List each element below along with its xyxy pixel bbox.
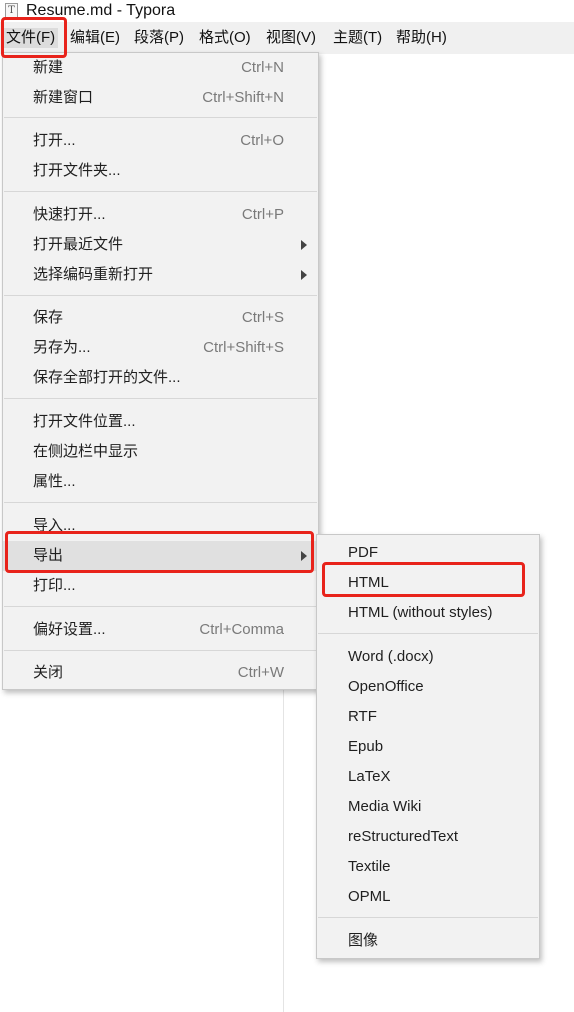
menu-item-label: reStructuredText — [348, 828, 459, 845]
menu-item-label: 打开文件位置... — [33, 413, 136, 430]
title-bar: T Resume.md - Typora — [0, 0, 574, 22]
menu-item-print[interactable]: 打印... — [3, 571, 318, 601]
submenu-arrow-icon — [301, 270, 307, 280]
menu-item-label: 保存 — [33, 309, 64, 326]
menu-item-label: 属性... — [33, 473, 76, 490]
menu-separator — [4, 606, 317, 607]
menu-item-label: Word (.docx) — [348, 648, 434, 665]
menu-bar: 文件(F) 编辑(E) 段落(P) 格式(O) 视图(V) 主题(T) 帮助(H… — [0, 22, 574, 54]
menu-item-label: Textile — [348, 858, 391, 875]
shortcut-label: Ctrl+P — [241, 206, 284, 223]
menu-item-label: 打印... — [33, 577, 76, 594]
menu-separator — [4, 502, 317, 503]
menu-view[interactable]: 视图(V) — [266, 28, 316, 48]
menu-item-label: 快速打开... — [33, 206, 106, 223]
file-menu: 新建 Ctrl+N 新建窗口 Ctrl+Shift+N 打开... Ctrl+O… — [2, 52, 319, 690]
menu-item-label: LaTeX — [348, 768, 391, 785]
menu-item-label: 在侧边栏中显示 — [33, 443, 139, 460]
submenu-arrow-icon — [301, 240, 307, 250]
menu-separator — [318, 917, 538, 918]
menu-item-open-folder[interactable]: 打开文件夹... — [3, 156, 318, 186]
menu-item-quick-open[interactable]: 快速打开... Ctrl+P — [3, 200, 318, 230]
menu-separator — [318, 633, 538, 634]
export-item-openoffice[interactable]: OpenOffice — [317, 672, 539, 702]
menu-item-save[interactable]: 保存 Ctrl+S — [3, 303, 318, 333]
export-submenu: PDF HTML HTML (without styles) Word (.do… — [316, 534, 540, 959]
export-item-rtf[interactable]: RTF — [317, 702, 539, 732]
shortcut-label: Ctrl+O — [240, 132, 284, 149]
export-item-restructuredtext[interactable]: reStructuredText — [317, 822, 539, 852]
highlight-box-file-menu — [1, 17, 67, 58]
menu-item-label: 偏好设置... — [33, 621, 106, 638]
menu-item-label: 新建 — [33, 59, 64, 76]
menu-edit[interactable]: 编辑(E) — [70, 28, 120, 48]
menu-separator — [4, 398, 317, 399]
export-item-opml[interactable]: OPML — [317, 882, 539, 912]
menu-item-label: 打开... — [33, 132, 76, 149]
export-item-latex[interactable]: LaTeX — [317, 762, 539, 792]
export-item-epub[interactable]: Epub — [317, 732, 539, 762]
menu-item-open-recent[interactable]: 打开最近文件 — [3, 230, 318, 260]
menu-theme[interactable]: 主题(T) — [333, 28, 382, 48]
shortcut-label: Ctrl+Shift+S — [203, 339, 284, 356]
menu-item-save-as[interactable]: 另存为... Ctrl+Shift+S — [3, 333, 318, 363]
menu-item-new-window[interactable]: 新建窗口 Ctrl+Shift+N — [3, 83, 318, 113]
menu-item-label: Epub — [348, 738, 384, 755]
menu-item-label: 图像 — [348, 932, 379, 949]
menu-item-label: 关闭 — [33, 664, 64, 681]
menu-item-label: PDF — [348, 544, 378, 561]
menu-item-reveal-sidebar[interactable]: 在侧边栏中显示 — [3, 437, 318, 467]
menu-item-label: 保存全部打开的文件... — [33, 369, 181, 386]
menu-item-label: 选择编码重新打开 — [33, 266, 154, 283]
highlight-box-export — [5, 531, 314, 573]
menu-item-label: OPML — [348, 888, 391, 905]
menu-item-preferences[interactable]: 偏好设置... Ctrl+Comma — [3, 615, 318, 645]
menu-item-open[interactable]: 打开... Ctrl+O — [3, 126, 318, 156]
shortcut-label: Ctrl+Shift+N — [202, 89, 284, 106]
shortcut-label: Ctrl+S — [241, 309, 284, 326]
menu-format[interactable]: 格式(O) — [199, 28, 251, 48]
shortcut-label: Ctrl+W — [237, 664, 284, 681]
export-item-word[interactable]: Word (.docx) — [317, 642, 539, 672]
menu-separator — [4, 650, 317, 651]
menu-item-label: 打开最近文件 — [33, 236, 124, 253]
highlight-box-html — [322, 562, 525, 597]
menu-item-label: Media Wiki — [348, 798, 422, 815]
menu-item-label: RTF — [348, 708, 377, 725]
shortcut-label: Ctrl+N — [241, 59, 284, 76]
menu-separator — [4, 191, 317, 192]
export-item-image[interactable]: 图像 — [317, 926, 539, 956]
menu-item-label: 打开文件夹... — [33, 162, 121, 179]
menu-separator — [4, 295, 317, 296]
menu-separator — [4, 117, 317, 118]
menu-item-reopen-encoding[interactable]: 选择编码重新打开 — [3, 260, 318, 290]
menu-item-save-all[interactable]: 保存全部打开的文件... — [3, 363, 318, 393]
export-item-textile[interactable]: Textile — [317, 852, 539, 882]
menu-help[interactable]: 帮助(H) — [396, 28, 447, 48]
export-item-html-without-styles[interactable]: HTML (without styles) — [317, 598, 539, 628]
typora-app-icon: T — [5, 3, 18, 18]
menu-item-properties[interactable]: 属性... — [3, 467, 318, 497]
export-item-media-wiki[interactable]: Media Wiki — [317, 792, 539, 822]
menu-item-label: 另存为... — [33, 339, 91, 356]
menu-item-open-location[interactable]: 打开文件位置... — [3, 407, 318, 437]
menu-paragraph[interactable]: 段落(P) — [134, 28, 184, 48]
menu-item-label: OpenOffice — [348, 678, 424, 695]
shortcut-label: Ctrl+Comma — [199, 621, 284, 638]
menu-item-close[interactable]: 关闭 Ctrl+W — [3, 658, 318, 688]
menu-item-label: 新建窗口 — [33, 89, 94, 106]
menu-item-label: HTML (without styles) — [348, 604, 493, 621]
